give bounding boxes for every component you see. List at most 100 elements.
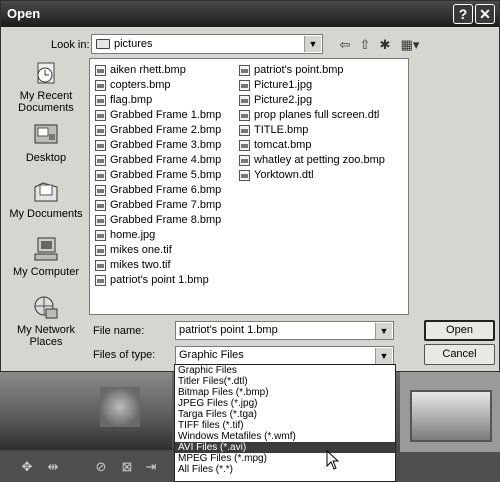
file-type-option[interactable]: Targa Files (*.tga) bbox=[175, 409, 395, 420]
file-item[interactable]: Picture1.jpg bbox=[237, 78, 385, 93]
recent-documents-icon bbox=[32, 61, 60, 87]
file-type-option[interactable]: Bitmap Files (*.bmp) bbox=[175, 387, 395, 398]
image-file-icon bbox=[95, 95, 106, 106]
image-file-icon bbox=[239, 140, 250, 151]
file-type-option[interactable]: TIFF files (*.tif) bbox=[175, 420, 395, 431]
title-bar: Open ? ✕ bbox=[1, 1, 499, 27]
razor-tool-icon[interactable]: ⊘ bbox=[92, 458, 110, 476]
up-folder-icon[interactable]: ⇧ bbox=[357, 37, 373, 53]
new-folder-icon[interactable]: ✱ bbox=[377, 37, 393, 53]
my-computer-icon bbox=[32, 237, 60, 263]
file-type-option[interactable]: All Files (*.*) bbox=[175, 464, 395, 475]
close-button[interactable]: ✕ bbox=[475, 4, 495, 24]
my-documents-icon bbox=[32, 179, 60, 205]
open-dialog: Open ? ✕ Look in: pictures ▼ ⇦ ⇧ ✱ ▦▾ My… bbox=[0, 0, 500, 372]
file-item[interactable]: Grabbed Frame 4.bmp bbox=[93, 153, 221, 168]
image-file-icon bbox=[239, 95, 250, 106]
folder-icon bbox=[96, 39, 110, 49]
file-item[interactable]: Picture2.jpg bbox=[237, 93, 385, 108]
cancel-button[interactable]: Cancel bbox=[424, 344, 495, 365]
file-item[interactable]: patriot's point.bmp bbox=[237, 63, 385, 78]
move-tool-icon[interactable]: ✥ bbox=[18, 458, 36, 476]
place-label: My Documents bbox=[9, 208, 83, 220]
back-icon[interactable]: ⇦ bbox=[337, 37, 353, 53]
file-item[interactable]: Grabbed Frame 7.bmp bbox=[93, 198, 221, 213]
background-thumbnail bbox=[410, 390, 492, 442]
file-type-option[interactable]: MPEG Files (*.mpg) bbox=[175, 453, 395, 464]
file-item[interactable]: flag.bmp bbox=[93, 93, 221, 108]
image-file-icon bbox=[95, 80, 106, 91]
place-label: Desktop bbox=[25, 152, 67, 164]
image-file-icon bbox=[95, 65, 106, 76]
file-type-dropdown[interactable]: Graphic Files Titler Files(*.dtl) Bitmap… bbox=[174, 364, 396, 482]
open-button[interactable]: Open bbox=[424, 320, 495, 341]
file-type-option[interactable]: Windows Metafiles (*.wmf) bbox=[175, 431, 395, 442]
file-name-value: patriot's point 1.bmp bbox=[179, 324, 278, 336]
views-menu-icon[interactable]: ▦▾ bbox=[399, 37, 421, 53]
file-item[interactable]: patriot's point 1.bmp bbox=[93, 273, 221, 288]
image-file-icon bbox=[95, 215, 106, 226]
chevron-down-icon[interactable]: ▼ bbox=[304, 36, 321, 52]
file-item[interactable]: prop planes full screen.dtl bbox=[237, 108, 385, 123]
split-tool-icon[interactable]: ⇹ bbox=[44, 458, 62, 476]
place-label: My Recent Documents bbox=[18, 90, 74, 114]
help-button[interactable]: ? bbox=[453, 4, 473, 24]
file-type-select[interactable]: Graphic Files ▼ bbox=[175, 346, 394, 365]
crop-tool-icon[interactable]: ⊠ bbox=[118, 458, 136, 476]
image-file-icon bbox=[239, 125, 250, 136]
mouse-pointer-icon bbox=[326, 450, 340, 470]
look-in-label: Look in: bbox=[51, 39, 90, 51]
image-file-icon bbox=[95, 125, 106, 136]
file-type-label: Files of type: bbox=[93, 349, 156, 361]
dialog-title: Open bbox=[7, 6, 41, 21]
file-item[interactable]: Grabbed Frame 6.bmp bbox=[93, 183, 221, 198]
image-file-icon bbox=[239, 155, 250, 166]
file-type-option[interactable]: Titler Files(*.dtl) bbox=[175, 376, 395, 387]
chevron-down-icon[interactable]: ▼ bbox=[375, 348, 392, 364]
file-item[interactable]: copters.bmp bbox=[93, 78, 221, 93]
image-file-icon bbox=[95, 140, 106, 151]
image-file-icon bbox=[95, 200, 106, 211]
file-item[interactable]: Yorktown.dtl bbox=[237, 168, 385, 183]
file-type-option[interactable]: JPEG Files (*.jpg) bbox=[175, 398, 395, 409]
file-type-option[interactable]: Graphic Files bbox=[175, 365, 395, 376]
file-item[interactable]: tomcat.bmp bbox=[237, 138, 385, 153]
look-in-value: pictures bbox=[114, 38, 153, 50]
document-file-icon bbox=[239, 170, 250, 181]
image-file-icon bbox=[95, 260, 106, 271]
file-item[interactable]: whatley at petting zoo.bmp bbox=[237, 153, 385, 168]
image-file-icon bbox=[95, 230, 106, 241]
image-file-icon bbox=[95, 170, 106, 181]
file-item[interactable]: Grabbed Frame 5.bmp bbox=[93, 168, 221, 183]
file-type-value: Graphic Files bbox=[179, 349, 244, 361]
file-item[interactable]: Grabbed Frame 3.bmp bbox=[93, 138, 221, 153]
image-file-icon bbox=[95, 275, 106, 286]
place-desktop[interactable]: Desktop bbox=[7, 123, 85, 164]
place-network-places[interactable]: My Network Places bbox=[7, 295, 85, 348]
place-my-documents[interactable]: My Documents bbox=[7, 179, 85, 220]
desktop-icon bbox=[32, 123, 60, 149]
image-file-icon bbox=[95, 110, 106, 121]
file-item[interactable]: home.jpg bbox=[93, 228, 221, 243]
image-file-icon bbox=[239, 80, 250, 91]
places-bar: My Recent Documents Desktop My Documents… bbox=[7, 61, 85, 361]
background-video-preview bbox=[0, 372, 172, 450]
look-in-combo[interactable]: pictures ▼ bbox=[91, 34, 323, 54]
place-recent-documents[interactable]: My Recent Documents bbox=[7, 61, 85, 114]
file-item[interactable]: aiken rhett.bmp bbox=[93, 63, 221, 78]
network-places-icon bbox=[32, 295, 60, 321]
place-label: My Network Places bbox=[16, 324, 76, 348]
file-item[interactable]: mikes two.tif bbox=[93, 258, 221, 273]
file-list[interactable]: aiken rhett.bmp copters.bmp flag.bmp Gra… bbox=[89, 58, 409, 315]
file-item[interactable]: Grabbed Frame 8.bmp bbox=[93, 213, 221, 228]
place-my-computer[interactable]: My Computer bbox=[7, 237, 85, 278]
trim-tool-icon[interactable]: ⇥ bbox=[142, 458, 160, 476]
file-item[interactable]: Grabbed Frame 2.bmp bbox=[93, 123, 221, 138]
chevron-down-icon[interactable]: ▼ bbox=[375, 323, 392, 339]
file-type-option-highlighted[interactable]: AVI Files (*.avi) bbox=[175, 442, 395, 453]
file-item[interactable]: Grabbed Frame 1.bmp bbox=[93, 108, 221, 123]
file-item[interactable]: mikes one.tif bbox=[93, 243, 221, 258]
file-item[interactable]: TITLE.bmp bbox=[237, 123, 385, 138]
image-file-icon bbox=[95, 155, 106, 166]
file-name-field[interactable]: patriot's point 1.bmp ▼ bbox=[175, 321, 394, 340]
